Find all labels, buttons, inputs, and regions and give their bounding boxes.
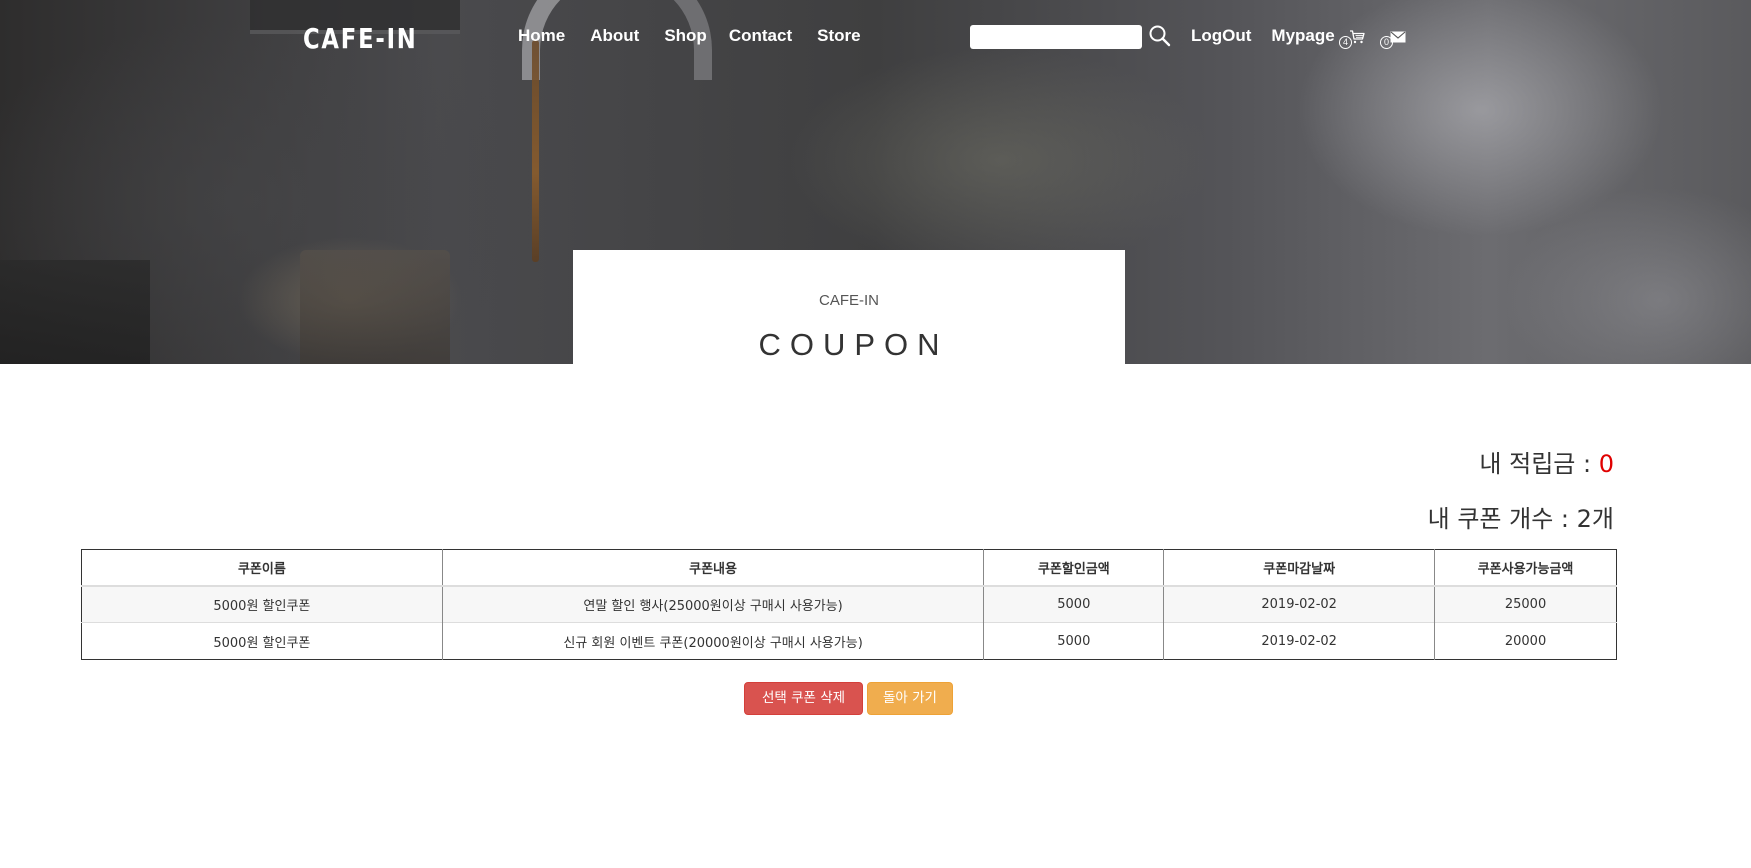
user-links: LogOut Mypage bbox=[1191, 24, 1355, 48]
nav-store[interactable]: Store bbox=[817, 24, 860, 48]
coupon-minimum-cell: 25000 bbox=[1504, 596, 1547, 612]
coupon-discount-cell: 5000 bbox=[983, 585, 1165, 623]
column-header: 쿠폰사용가능금액 bbox=[1434, 549, 1617, 587]
hero-coffee-stream bbox=[532, 40, 539, 262]
page-title: COUPON bbox=[758, 327, 949, 362]
nav-contact[interactable]: Contact bbox=[729, 24, 792, 48]
page-title-card: CAFE-IN COUPON bbox=[573, 250, 1125, 364]
site-logo[interactable]: CAFE-IN bbox=[303, 22, 418, 56]
points-label: 내 적립금 : bbox=[1479, 450, 1599, 478]
page-subtitle: CAFE-IN bbox=[819, 292, 879, 309]
nav-about[interactable]: About bbox=[590, 24, 639, 48]
points-value: 0 bbox=[1598, 450, 1614, 478]
message-button[interactable]: 0 bbox=[1380, 28, 1410, 52]
delete-selected-coupon-button[interactable]: 선택 쿠폰 삭제 bbox=[744, 682, 863, 715]
coupon-table: 쿠폰이름 쿠폰내용 쿠폰할인금액 쿠폰마감날짜 쿠폰사용가능금액 5000원 할… bbox=[81, 549, 1617, 660]
coupon-description-cell: 신규 회원 이벤트 쿠폰(20000원이상 구매시 사용가능) bbox=[442, 622, 985, 660]
coupon-expiry-cell: 2019-02-02 bbox=[1163, 585, 1436, 623]
mail-icon bbox=[1390, 31, 1406, 43]
coupon-name-cell: 5000원 할인쿠폰 bbox=[81, 622, 443, 660]
table-row[interactable]: 5000원 할인쿠폰 신규 회원 이벤트 쿠폰(20000원이상 구매시 사용가… bbox=[81, 622, 1617, 660]
coupon-name-cell: 5000원 할인쿠폰 bbox=[81, 585, 443, 623]
column-header: 쿠폰이름 bbox=[81, 549, 443, 587]
coupon-discount-cell: 5000 bbox=[983, 622, 1165, 660]
points-summary: 내 적립금 : 0 bbox=[1479, 444, 1614, 479]
mypage-link[interactable]: Mypage bbox=[1271, 24, 1334, 48]
main-nav: Home About Shop Contact Store bbox=[518, 24, 886, 48]
go-back-button[interactable]: 돌아 가기 bbox=[867, 682, 953, 715]
coupon-description-cell: 연말 할인 행사(25000원이상 구매시 사용가능) bbox=[442, 585, 985, 623]
cart-icon bbox=[1350, 30, 1365, 44]
hero-cup bbox=[300, 250, 450, 364]
hero-cup-left bbox=[0, 260, 150, 364]
search-input[interactable] bbox=[970, 25, 1142, 49]
column-header: 쿠폰내용 bbox=[442, 549, 985, 587]
coupon-count-summary: 내 쿠폰 개수 : 2개 bbox=[1427, 505, 1614, 533]
action-buttons: 선택 쿠폰 삭제 돌아 가기 bbox=[744, 682, 953, 715]
column-header: 쿠폰할인금액 bbox=[983, 549, 1165, 587]
nav-shop[interactable]: Shop bbox=[664, 24, 707, 48]
table-row[interactable]: 5000원 할인쿠폰 연말 할인 행사(25000원이상 구매시 사용가능) 5… bbox=[81, 585, 1617, 623]
search-icon[interactable] bbox=[1148, 24, 1172, 48]
column-header: 쿠폰마감날짜 bbox=[1163, 549, 1436, 587]
table-header-row: 쿠폰이름 쿠폰내용 쿠폰할인금액 쿠폰마감날짜 쿠폰사용가능금액 bbox=[81, 549, 1617, 587]
coupon-expiry-cell: 2019-02-02 bbox=[1163, 622, 1436, 660]
coupon-minimum-cell: 20000 bbox=[1504, 633, 1547, 649]
nav-home[interactable]: Home bbox=[518, 24, 565, 48]
logout-link[interactable]: LogOut bbox=[1191, 24, 1251, 48]
cart-button[interactable]: 4 bbox=[1339, 28, 1369, 52]
